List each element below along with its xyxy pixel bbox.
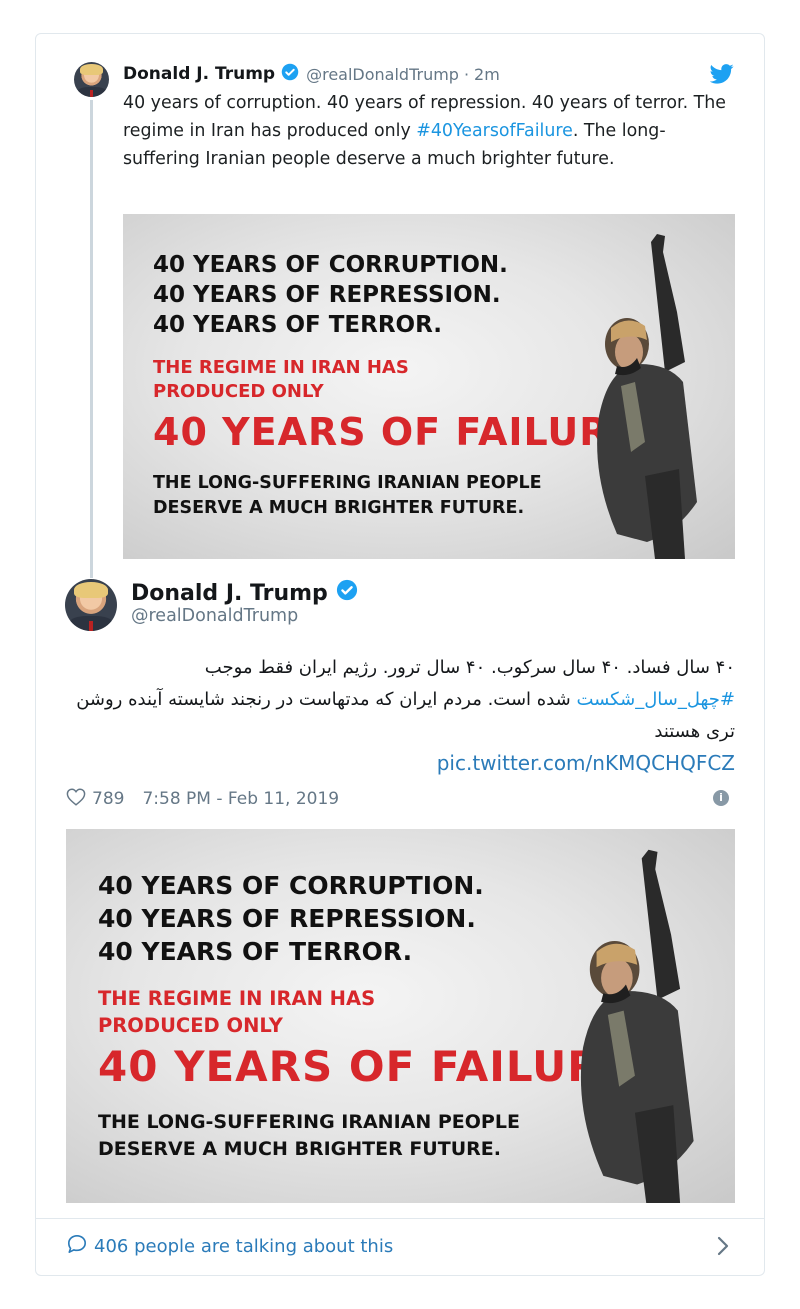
poster-bottom-text: THE LONG-SUFFERING IRANIAN PEOPLE DESERV…	[153, 471, 542, 521]
poster-red-text: THE REGIME IN IRAN HAS PRODUCED ONLY	[153, 356, 409, 404]
separator-dot: ·	[463, 64, 470, 84]
tweet-text: ۴۰ سال فساد. ۴۰ سال سرکوب. ۴۰ سال ترور. …	[66, 652, 735, 748]
author-handle[interactable]: @realDonaldTrump	[306, 65, 459, 84]
quoted-tweet-header: Donald J. Trump @realDonaldTrump · 2m	[123, 60, 500, 88]
protester-figure	[597, 234, 697, 559]
tweet-image[interactable]: 40 YEARS OF CORRUPTION. 40 YEARS OF REPR…	[123, 214, 735, 559]
twitter-bird-icon[interactable]	[709, 64, 734, 88]
poster-line: 40 YEARS OF CORRUPTION.	[98, 871, 484, 900]
poster-headline: 40 YEARS OF CORRUPTION. 40 YEARS OF REPR…	[153, 250, 508, 340]
poster-line: DESERVE A MUCH BRIGHTER FUTURE.	[98, 1138, 501, 1160]
poster-line: 40 YEARS OF TERROR.	[98, 937, 413, 966]
conversation-link[interactable]: 406 people are talking about this	[66, 1232, 393, 1260]
comment-bubble-icon	[66, 1234, 88, 1259]
quoted-tweet-text: 40 years of corruption. 40 years of repr…	[123, 89, 738, 173]
chevron-right-icon[interactable]	[713, 1234, 733, 1258]
tweet-time[interactable]: 2m	[474, 65, 500, 84]
tweet-text-part: ۴۰ سال فساد. ۴۰ سال سرکوب. ۴۰ سال ترور. …	[204, 657, 735, 678]
tweet-meta: 789 7:58 PM - Feb 11, 2019	[66, 786, 339, 812]
poster-big-text: 40 YEARS OF FAILURE.	[98, 1042, 648, 1091]
protester-figure	[580, 849, 694, 1203]
pic-link: pic.twitter.com/nKMQCHQFCZ	[66, 747, 735, 779]
author-name[interactable]: Donald J. Trump	[123, 64, 275, 84]
poster-line: THE REGIME IN IRAN HAS	[98, 987, 376, 1010]
poster-big-text: 40 YEARS OF FAILURE.	[153, 410, 652, 454]
poster-line: PRODUCED ONLY	[153, 381, 324, 402]
tweet-timestamp[interactable]: 7:58 PM - Feb 11, 2019	[142, 789, 339, 809]
talking-count-label[interactable]: 406 people are talking about this	[94, 1236, 393, 1257]
hashtag-link[interactable]: #چهل_سال_شکست	[576, 689, 735, 710]
poster-line: PRODUCED ONLY	[98, 1014, 283, 1037]
poster-red-text: THE REGIME IN IRAN HAS PRODUCED ONLY	[98, 985, 375, 1039]
poster-line: DESERVE A MUCH BRIGHTER FUTURE.	[153, 498, 525, 518]
poster-bottom-text: THE LONG-SUFFERING IRANIAN PEOPLE DESERV…	[98, 1109, 520, 1163]
poster-line: THE LONG-SUFFERING IRANIAN PEOPLE	[98, 1111, 520, 1133]
footer-divider	[36, 1218, 764, 1219]
thread-line	[90, 100, 93, 578]
poster-line: 40 YEARS OF REPRESSION.	[153, 282, 501, 308]
author-handle[interactable]: @realDonaldTrump	[131, 606, 298, 626]
avatar[interactable]	[74, 62, 109, 97]
author-name-row: Donald J. Trump	[131, 579, 358, 607]
tweet-image[interactable]: 40 YEARS OF CORRUPTION. 40 YEARS OF REPR…	[66, 829, 735, 1203]
verified-badge-icon	[281, 63, 299, 85]
poster-line: THE LONG-SUFFERING IRANIAN PEOPLE	[153, 473, 542, 493]
avatar[interactable]	[65, 579, 117, 631]
hashtag-link[interactable]: #40YearsofFailure	[416, 121, 573, 141]
pic-link-text[interactable]: pic.twitter.com/nKMQCHQFCZ	[437, 751, 735, 775]
like-count[interactable]: 789	[92, 789, 124, 809]
verified-badge-icon	[336, 579, 358, 607]
author-name[interactable]: Donald J. Trump	[131, 581, 328, 606]
poster-line: THE REGIME IN IRAN HAS	[153, 357, 409, 378]
poster-line: 40 YEARS OF TERROR.	[153, 312, 442, 338]
poster-line: 40 YEARS OF CORRUPTION.	[153, 252, 508, 278]
poster-line: 40 YEARS OF REPRESSION.	[98, 904, 476, 933]
info-icon[interactable]: i	[713, 790, 729, 806]
heart-icon[interactable]	[66, 787, 86, 811]
poster-headline: 40 YEARS OF CORRUPTION. 40 YEARS OF REPR…	[98, 869, 484, 968]
